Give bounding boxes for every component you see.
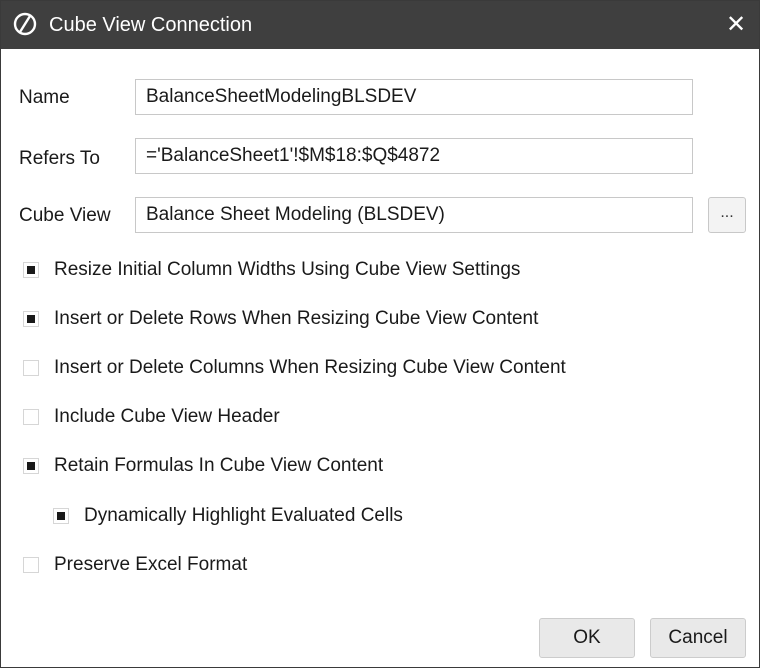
option-label: Dynamically Highlight Evaluated Cells — [84, 505, 403, 526]
name-input[interactable]: BalanceSheetModelingBLSDEV — [135, 79, 693, 115]
option-retain-formulas[interactable]: Retain Formulas In Cube View Content — [23, 453, 383, 479]
refers-to-input[interactable]: ='BalanceSheet1'!$M$18:$Q$4872 — [135, 138, 693, 174]
checkbox[interactable] — [23, 557, 39, 573]
option-resize-column-widths[interactable]: Resize Initial Column Widths Using Cube … — [23, 257, 520, 283]
checkbox[interactable] — [23, 262, 39, 278]
checkbox[interactable] — [23, 311, 39, 327]
cancel-button[interactable]: Cancel — [650, 618, 746, 658]
window-title: Cube View Connection — [49, 14, 253, 36]
cube-view-input[interactable]: Balance Sheet Modeling (BLSDEV) — [135, 197, 693, 233]
option-label: Include Cube View Header — [54, 406, 280, 427]
option-insert-delete-columns[interactable]: Insert or Delete Columns When Resizing C… — [23, 355, 566, 381]
option-label: Preserve Excel Format — [54, 554, 248, 575]
option-label: Insert or Delete Columns When Resizing C… — [54, 357, 566, 378]
browse-cube-view-button[interactable]: ... — [708, 197, 746, 233]
refers-to-label: Refers To — [19, 148, 100, 169]
option-label: Retain Formulas In Cube View Content — [54, 455, 384, 476]
cube-view-label: Cube View — [19, 205, 111, 226]
ok-button[interactable]: OK — [539, 618, 635, 658]
cube-view-connection-dialog: Cube View Connection ✕ Name BalanceSheet… — [0, 0, 760, 668]
option-label: Insert or Delete Rows When Resizing Cube… — [54, 308, 539, 329]
checkbox[interactable] — [23, 360, 39, 376]
name-label: Name — [19, 87, 70, 108]
close-icon[interactable]: ✕ — [713, 1, 759, 49]
title-bar[interactable]: Cube View Connection ✕ — [1, 1, 759, 49]
option-label: Resize Initial Column Widths Using Cube … — [54, 259, 521, 280]
option-insert-delete-rows[interactable]: Insert or Delete Rows When Resizing Cube… — [23, 306, 538, 332]
option-preserve-excel-format[interactable]: Preserve Excel Format — [23, 552, 247, 578]
option-highlight-evaluated-cells[interactable]: Dynamically Highlight Evaluated Cells — [53, 503, 403, 529]
onestream-logo-icon — [13, 12, 37, 36]
checkbox[interactable] — [23, 458, 39, 474]
checkbox[interactable] — [23, 409, 39, 425]
checkbox[interactable] — [53, 508, 69, 524]
option-include-header[interactable]: Include Cube View Header — [23, 404, 280, 430]
